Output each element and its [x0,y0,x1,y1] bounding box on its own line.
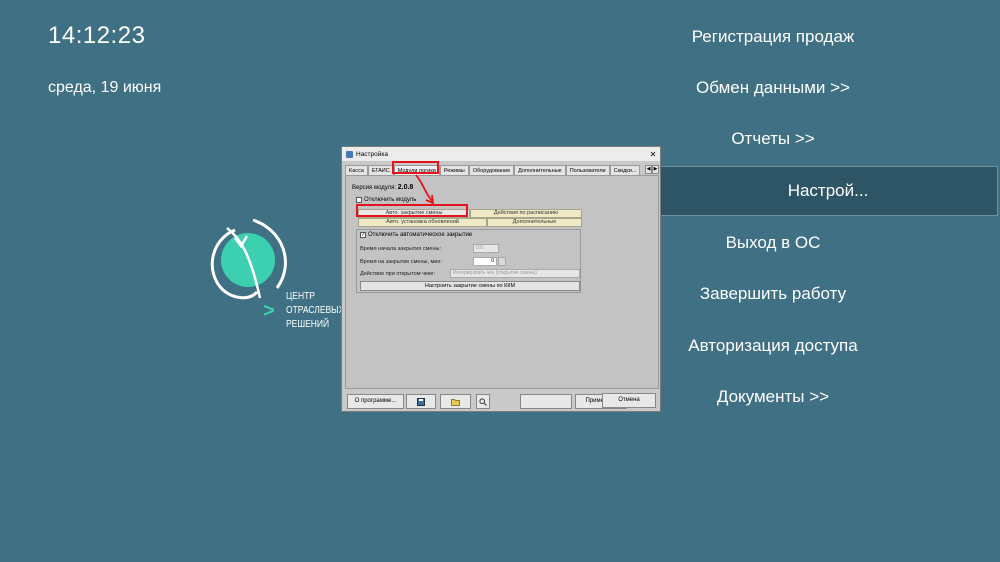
configure-close-button[interactable]: Настроить закрытие смены по ККМ [360,281,580,291]
save-button[interactable] [406,394,436,409]
menu-item-exchange[interactable]: Обмен данными >> [548,62,998,114]
module-version: Версия модуля: 2.0.8 [352,184,413,191]
start-time-label: Время начала закрытия смены: [360,246,441,252]
logo-line-1: ЦЕНТР [286,291,315,302]
cancel-button[interactable]: Отмена [602,393,656,408]
floppy-disk-icon [417,398,425,406]
search-icon [479,398,487,406]
about-button[interactable]: О программе... [347,394,404,409]
close-icon[interactable]: ✕ [646,150,660,159]
tab-egais[interactable]: ЕГАИС [367,165,394,175]
open-check-select[interactable]: Игнорировать чек (открытие смены) [450,269,580,278]
red-arrow-icon [415,174,435,205]
chevron-right-icon[interactable]: ▶ [652,165,659,174]
disable-module-checkbox[interactable]: Отключить модуль [356,197,416,203]
logo-arrow-icon: > [263,300,275,322]
tab-users[interactable]: Пользователи [565,165,610,175]
tab-modes[interactable]: Режимы [439,165,469,175]
subtab-auto-update[interactable]: Авто. установка обновлений [358,218,487,227]
clock-date: среда, 19 июня [48,79,162,96]
ok-button-frame [520,394,572,409]
dialog-titlebar: Настройка ✕ [342,147,660,161]
folder-icon [451,399,460,406]
disable-module-label: Отключить модуль [364,197,417,203]
search-button[interactable] [476,394,490,409]
disable-auto-close-label: Отключить автоматическое закрытие [368,232,473,238]
tab-additional[interactable]: Дополнительные [514,165,566,175]
subtab-additional[interactable]: Дополнительные [487,218,582,227]
logo-line-3: РЕШЕНИЙ [286,319,330,330]
open-check-label: Действие при открытом чеке: [360,271,436,277]
open-folder-button[interactable] [440,394,471,409]
checkbox-unchecked-icon [356,197,362,203]
menu-item-settings[interactable]: Настрой... [658,166,998,216]
start-time-input[interactable]: 0:0 [473,244,499,253]
clock-time: 14:12:23 [48,22,146,49]
tab-scroll: ◀ ▶ [645,165,659,175]
close-minutes-input[interactable]: 0 [473,257,497,266]
logo-line-2: ОТРАСЛЕВЫХ [286,305,345,316]
settings-app-icon [346,150,353,158]
subtab-schedule[interactable]: Действия по расписанию [470,209,582,218]
menu-item-sales[interactable]: Регистрация продаж [548,11,998,63]
chevron-left-icon[interactable]: ◀ [645,165,652,174]
checkmark-icon: ✓ [360,232,366,238]
close-minutes-label: Время на закрытие смены, мин: [360,259,442,265]
version-label: Версия модуля: [352,185,397,191]
spinner-icon[interactable] [498,257,506,266]
tab-discounts[interactable]: Скидки... [609,165,641,175]
tab-equipment[interactable]: Оборудование [468,165,515,175]
version-value: 2.0.8 [397,184,414,191]
settings-dialog: Настройка ✕ Касса ЕГАИС Модули логики Ре… [341,146,661,412]
dialog-title: Настройка [356,150,388,158]
logo-text: ЦЕНТР ОТРАСЛЕВЫХ РЕШЕНИЙ [286,290,344,332]
disable-auto-close-checkbox[interactable]: ✓ Отключить автоматическое закрытие [360,232,472,238]
tab-kassa[interactable]: Касса [345,165,368,175]
